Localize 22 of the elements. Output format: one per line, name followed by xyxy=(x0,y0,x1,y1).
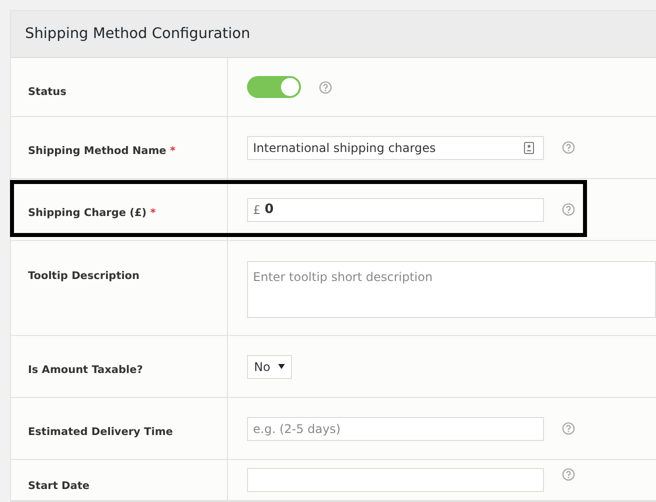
field-label: Start Date xyxy=(28,480,90,492)
help-icon[interactable] xyxy=(562,141,575,154)
taxable-dropdown[interactable]: No xyxy=(247,354,292,378)
status-toggle[interactable] xyxy=(247,76,301,98)
help-icon[interactable] xyxy=(562,203,575,216)
field-label: Tooltip Description xyxy=(28,270,140,282)
caret-icon xyxy=(278,364,286,369)
help-icon[interactable] xyxy=(562,468,575,481)
field-label: Estimated Delivery Time xyxy=(28,426,173,438)
field-label: Is Amount Taxable? xyxy=(28,364,143,376)
description-textarea[interactable]: Enter tooltip short description xyxy=(247,261,656,318)
text-field[interactable]: e.g. (2-5 days) xyxy=(247,416,544,440)
field-label: Status xyxy=(28,86,66,98)
help-icon[interactable] xyxy=(319,80,332,94)
panel-title: Shipping Method Configuration xyxy=(25,26,250,42)
currency-field[interactable]: £ 0 xyxy=(247,198,544,222)
text-field[interactable] xyxy=(247,468,544,492)
text-field[interactable]: International shipping charges xyxy=(247,136,544,160)
field-label: Shipping Charge (£) * xyxy=(28,207,156,219)
help-icon[interactable] xyxy=(562,422,575,435)
contact-card-icon xyxy=(524,142,534,154)
field-label: Shipping Method Name * xyxy=(28,145,176,157)
